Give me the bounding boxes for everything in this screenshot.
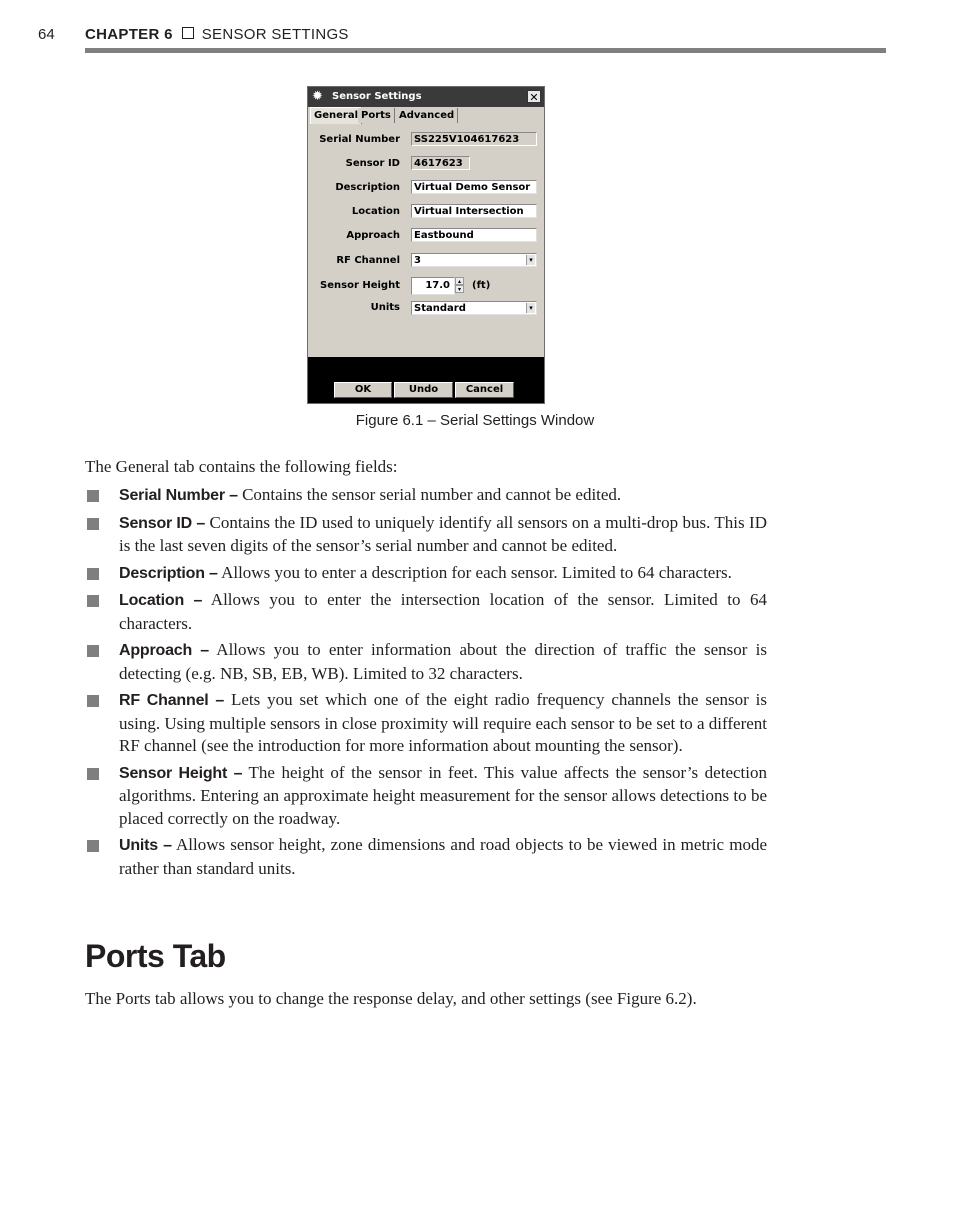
bullet-square-icon [87,490,99,502]
header-rule [85,48,886,53]
list-item: Description – Allows you to enter a desc… [85,562,767,586]
list-item: RF Channel – Lets you set which one of t… [85,689,767,758]
description-label: Description [335,182,400,193]
chevron-down-icon[interactable]: ▾ [526,255,535,265]
dialog-titlebar[interactable]: ✹ Sensor Settings ✕ [308,87,544,107]
list-item-term: Description – [119,564,218,582]
section-title: Ports Tab [85,938,226,974]
list-item-text: Allows sensor height, zone dimensions an… [119,835,767,878]
location-label: Location [351,206,400,217]
bullet-square-icon [87,595,99,607]
field-list: Serial Number – Contains the sensor seri… [85,484,767,884]
section-paragraph: The Ports tab allows you to change the r… [85,989,697,1008]
units-label: Units [370,302,400,313]
units-value: Standard [414,303,466,314]
list-item-text: Allows you to enter a description for ea… [217,562,732,582]
rf-channel-label: RF Channel [336,255,400,266]
approach-input[interactable]: Eastbound [411,228,537,242]
figure-caption-text: Figure 6.1 – Serial Settings Window [355,412,595,429]
list-item-text: Contains the ID used to uniquely identif… [119,512,767,556]
list-item: Units – Allows sensor height, zone dimen… [85,834,767,880]
page-number: 64 [38,26,55,43]
bullet-square-icon [87,645,99,657]
sensor-height-stepper[interactable]: ▴ ▾ [455,277,464,294]
description-input[interactable]: Virtual Demo Sensor [411,180,537,194]
sensor-settings-dialog: ✹ Sensor Settings ✕ General Ports Advanc… [307,86,545,404]
list-item-term: Units – [119,837,172,854]
list-item-text: Contains the sensor serial number and ca… [237,485,622,504]
bullet-square-icon [87,567,99,580]
list-item-term: Sensor Height – [119,764,243,782]
figure-caption: Figure 6.1 – Serial Settings Window [0,412,954,429]
list-item: Location – Allows you to enter the inter… [85,589,767,635]
bullet-square-icon [87,767,99,780]
list-item-term: RF Channel – [119,692,225,709]
bullet-square-icon [87,840,99,852]
tab-general[interactable]: General [310,107,362,124]
spin-up-icon[interactable]: ▴ [455,277,464,285]
approach-label: Approach [346,230,400,241]
chapter-label: CHAPTER 6 [85,26,173,43]
spin-down-icon[interactable]: ▾ [455,285,464,293]
undo-button[interactable]: Undo [394,382,453,398]
rf-channel-value: 3 [414,255,421,266]
ok-button[interactable]: OK [334,382,392,398]
units-select[interactable]: Standard ▾ [411,301,537,315]
list-item: Sensor ID – Contains the ID used to uniq… [85,512,767,558]
list-item: Approach – Allows you to enter informati… [85,639,767,685]
dialog-title: Sensor Settings [332,91,422,102]
bullet-square-icon [87,695,99,707]
close-icon[interactable]: ✕ [527,90,541,104]
list-item-term: Serial Number – [119,487,238,504]
separator-box-icon [181,27,194,39]
running-header: CHAPTER 6 SENSOR SETTINGS [85,26,349,43]
serial-number-label: Serial Number [319,134,400,145]
location-input[interactable]: Virtual Intersection [411,204,537,218]
list-item-text: Allows you to enter information about th… [119,640,767,683]
tab-ports[interactable]: Ports [358,108,395,123]
sensor-id-field: 4617623 [411,156,470,170]
serial-number-field: SS225V104617623 [411,132,537,146]
sensor-height-label: Sensor Height [320,280,400,291]
sensor-height-unit: (ft) [472,280,491,291]
list-item-term: Approach – [119,642,209,659]
list-item: Serial Number – Contains the sensor seri… [85,484,767,508]
cancel-button[interactable]: Cancel [455,382,514,398]
intro-paragraph: The General tab contains the following f… [85,457,398,476]
list-item-term: Sensor ID – [119,514,206,532]
sensor-height-input[interactable]: 17.0 [411,277,455,295]
list-item-text: Allows you to enter the intersection loc… [119,590,767,633]
list-item-term: Location – [119,592,203,609]
rf-channel-select[interactable]: 3 ▾ [411,253,537,267]
chevron-down-icon[interactable]: ▾ [526,303,535,313]
list-item: Sensor Height – The height of the sensor… [85,762,767,831]
chapter-title: SENSOR SETTINGS [201,26,349,43]
tab-advanced[interactable]: Advanced [396,108,459,123]
sensor-id-label: Sensor ID [345,158,400,169]
gear-icon: ✹ [312,89,323,104]
bullet-square-icon [87,517,99,530]
